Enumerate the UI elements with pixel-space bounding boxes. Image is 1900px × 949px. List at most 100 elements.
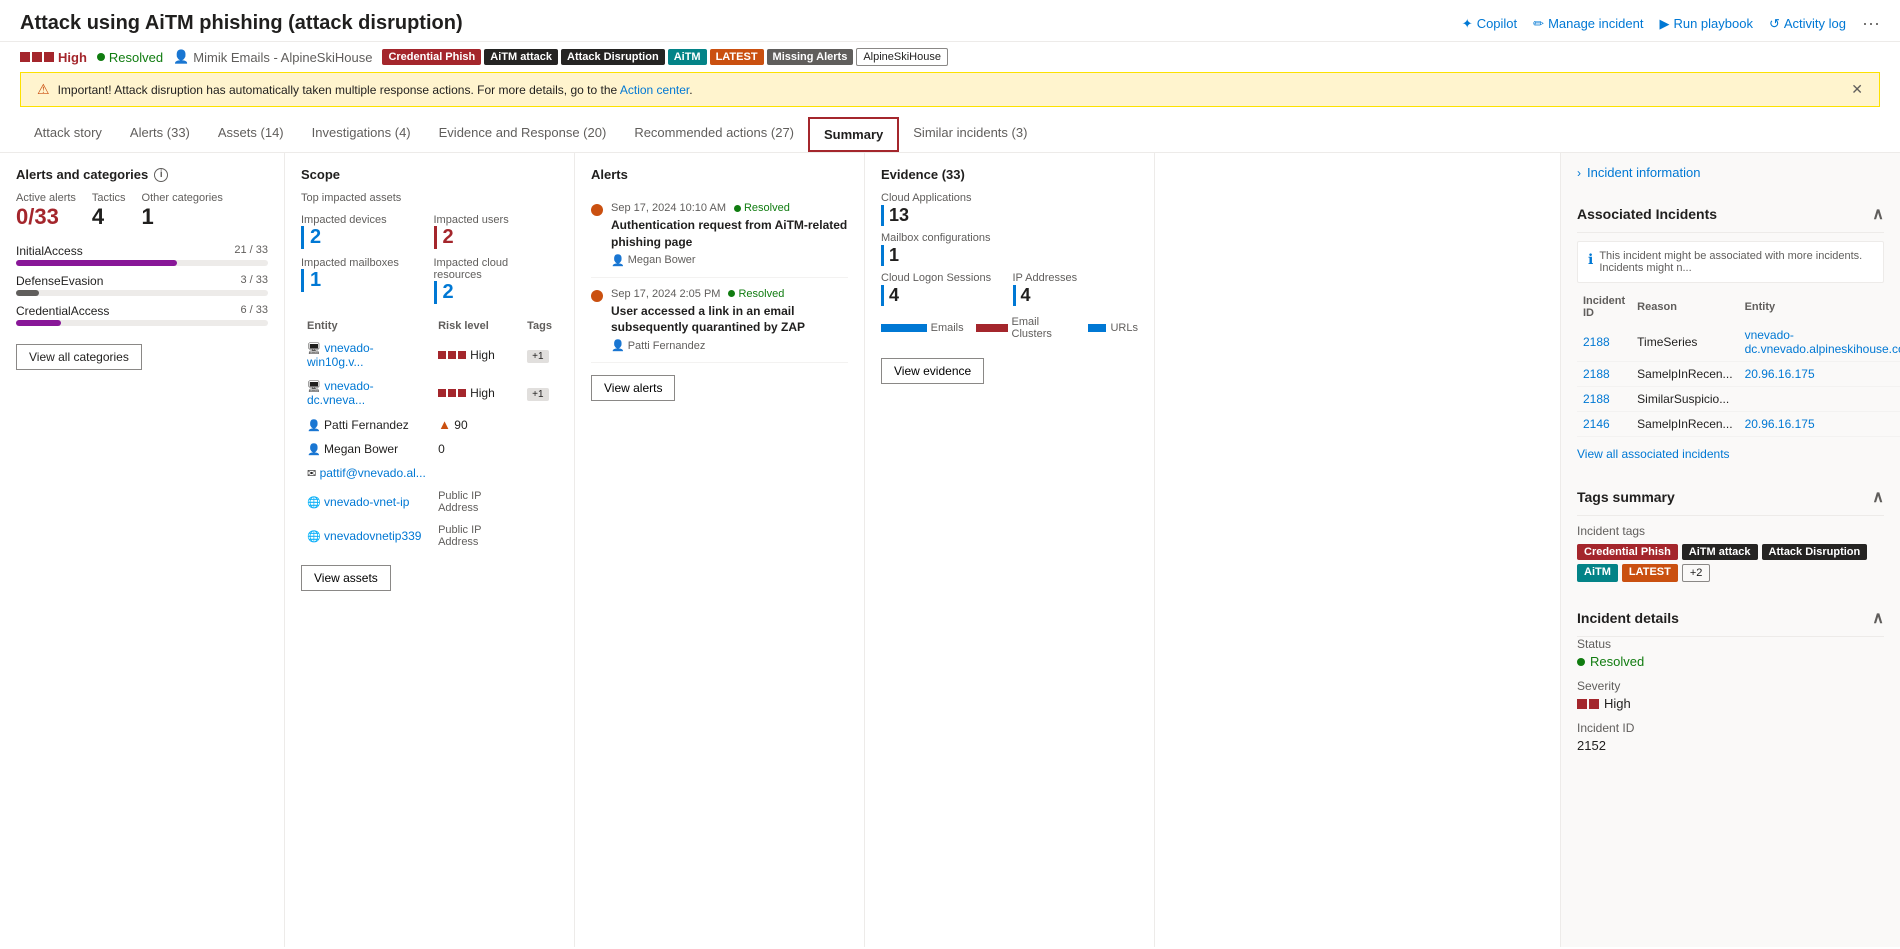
nav-tab[interactable]: Attack story xyxy=(20,115,116,152)
info-circle-icon: ℹ xyxy=(1588,251,1593,268)
incident-entity-link[interactable]: 20.96.16.175 xyxy=(1745,417,1815,431)
alert-banner-text: Important! Attack disruption has automat… xyxy=(58,83,693,97)
severity-detail: Severity High xyxy=(1577,679,1884,711)
subtitle-tags: Credential PhishAiTM attackAttack Disrup… xyxy=(382,48,951,66)
evidence-bar-emails: Emails Email Clusters URLs xyxy=(881,316,1138,340)
activity-log-button[interactable]: ↺ Activity log xyxy=(1769,16,1846,32)
severity-sq-1 xyxy=(20,52,30,62)
incident-entity-link[interactable]: 20.96.16.175 xyxy=(1745,367,1815,381)
info-icon[interactable]: i xyxy=(154,168,168,182)
action-center-link[interactable]: Action center xyxy=(620,83,689,97)
incident-id-link[interactable]: 2188 xyxy=(1583,367,1610,381)
view-all-incidents-link[interactable]: View all associated incidents xyxy=(1577,447,1884,461)
ev-empty1 xyxy=(1013,192,1139,226)
severity-value: High xyxy=(1577,696,1884,711)
nav-tab[interactable]: Similar incidents (3) xyxy=(899,115,1041,152)
entity-link[interactable]: pattif@vnevado.al... xyxy=(320,466,426,480)
other-categories-stat: Other categories 1 xyxy=(142,192,223,230)
incident-id-link[interactable]: 2188 xyxy=(1583,392,1610,406)
nav-tab[interactable]: Evidence and Response (20) xyxy=(425,115,621,152)
alert-title: User accessed a link in an email subsequ… xyxy=(611,303,848,337)
top-actions: ✦ Copilot ✏ Manage incident ▶ Run playbo… xyxy=(1462,13,1880,34)
entity-row: ✉ pattif@vnevado.al... xyxy=(301,461,558,485)
severity-sq-3 xyxy=(44,52,54,62)
edit-icon: ✏ xyxy=(1533,16,1544,32)
incident-info-toggle[interactable]: › Incident information xyxy=(1561,153,1900,192)
play-icon: ▶ xyxy=(1659,16,1669,32)
incident-row: 2188 SamelpInRecen... 20.96.16.175 xyxy=(1577,362,1900,387)
severity-indicator: High xyxy=(20,50,87,65)
entity-row: 🖥 vnevado-dc.vneva... High+1 xyxy=(301,374,558,412)
copilot-button[interactable]: ✦ Copilot xyxy=(1462,16,1517,32)
entity-row: 👤 Megan Bower0 xyxy=(301,437,558,461)
tags-summary-title[interactable]: Tags summary ∧ xyxy=(1577,475,1884,516)
impact-item: Impacted users 2 xyxy=(434,214,559,249)
incidents-table: Incident IDReasonEntity 2188 TimeSeries … xyxy=(1577,291,1900,437)
status-dot xyxy=(97,53,105,61)
warning-icon: ⚠ xyxy=(37,81,50,98)
alert-dot xyxy=(591,290,603,302)
view-assets-button[interactable]: View assets xyxy=(301,565,391,591)
subtitle-tag: AiTM attack xyxy=(484,49,558,65)
incident-row: 2146 SamelpInRecen... 20.96.16.175 xyxy=(1577,412,1900,437)
subtitle-tag: AiTM xyxy=(668,49,707,65)
subtitle-tag: Missing Alerts xyxy=(767,49,854,65)
more-options-button[interactable]: ··· xyxy=(1862,13,1880,34)
alert-title: Authentication request from AiTM-related… xyxy=(611,217,848,251)
ev-cloud-apps: Cloud Applications 13 xyxy=(881,192,1007,226)
main-content: Alerts and categories i Active alerts 0/… xyxy=(0,153,1900,947)
entity-row: 🌐 vnevado-vnet-ipPublic IP Address xyxy=(301,485,558,519)
nav-tab[interactable]: Recommended actions (27) xyxy=(620,115,808,152)
view-all-categories-button[interactable]: View all categories xyxy=(16,344,142,370)
incident-id-detail: Incident ID 2152 xyxy=(1577,721,1884,753)
ev-empty2 xyxy=(1013,232,1139,266)
view-alerts-button[interactable]: View alerts xyxy=(591,375,675,401)
incident-id-value: 2152 xyxy=(1577,738,1884,753)
page-title: Attack using AiTM phishing (attack disru… xyxy=(20,12,463,35)
status-detail: Status Resolved xyxy=(1577,637,1884,669)
panel-title: Alerts and categories i xyxy=(16,167,268,182)
incident-row: 2188 TimeSeries vnevado-dc.vnevado.alpin… xyxy=(1577,323,1900,362)
alert-item: Sep 17, 2024 2:05 PM Resolved User acces… xyxy=(591,278,848,364)
copilot-icon: ✦ xyxy=(1462,16,1473,32)
nav-tab[interactable]: Alerts (33) xyxy=(116,115,204,152)
sidebar-tag: LATEST xyxy=(1622,564,1678,582)
incident-entity-link[interactable]: vnevado-dc.vnevado.alpineskihouse.co xyxy=(1745,328,1900,356)
incident-id-link[interactable]: 2146 xyxy=(1583,417,1610,431)
run-playbook-button[interactable]: ▶ Run playbook xyxy=(1659,16,1753,32)
alert-item: Sep 17, 2024 10:10 AM Resolved Authentic… xyxy=(591,192,848,278)
top-header: Attack using AiTM phishing (attack disru… xyxy=(0,0,1900,42)
tags-summary-section: Tags summary ∧ Incident tags Credential … xyxy=(1561,475,1900,596)
impact-item: Impacted cloud resources 2 xyxy=(434,257,559,304)
severity-squares xyxy=(20,52,54,62)
details-collapse-icon: ∧ xyxy=(1872,608,1884,628)
nav-tab[interactable]: Assets (14) xyxy=(204,115,298,152)
evidence-grid: Cloud Applications 13 Mailbox configurat… xyxy=(881,192,1138,306)
view-evidence-button[interactable]: View evidence xyxy=(881,358,984,384)
associated-incidents-title[interactable]: Associated Incidents ∧ xyxy=(1577,192,1884,233)
scope-title: Scope xyxy=(301,167,558,182)
incident-id-link[interactable]: 2188 xyxy=(1583,335,1610,349)
alerts-panel-title: Alerts xyxy=(591,167,848,182)
entity-link[interactable]: vnevado-vnet-ip xyxy=(324,495,409,509)
entity-row: 🖥 vnevado-win10g.v... High+1 xyxy=(301,336,558,374)
right-sidebar: › Incident information Associated Incide… xyxy=(1560,153,1900,947)
incident-details-section: Incident details ∧ Status Resolved Sever… xyxy=(1561,596,1900,777)
incident-row: 2188 SimilarSuspicio... xyxy=(1577,387,1900,412)
subtitle-user: 👤 Mimik Emails - AlpineSkiHouse xyxy=(173,49,372,65)
sidebar-tag: +2 xyxy=(1682,564,1711,582)
ev-mailbox: Mailbox configurations 1 xyxy=(881,232,1007,266)
incident-details-title[interactable]: Incident details ∧ xyxy=(1577,596,1884,637)
evidence-panel: Evidence (33) Cloud Applications 13 Mail… xyxy=(865,153,1155,947)
status-indicator: Resolved xyxy=(97,50,163,65)
clock-icon: ↺ xyxy=(1769,16,1780,32)
subtitle-row: High Resolved 👤 Mimik Emails - AlpineSki… xyxy=(0,42,1900,72)
status-green-dot xyxy=(1577,658,1585,666)
alert-close-button[interactable]: ✕ xyxy=(1851,81,1863,98)
manage-incident-button[interactable]: ✏ Manage incident xyxy=(1533,16,1643,32)
nav-tab[interactable]: Summary xyxy=(808,117,899,152)
entity-link[interactable]: vnevadovnetip339 xyxy=(324,529,421,543)
category-item: CredentialAccess 6 / 33 xyxy=(16,304,268,326)
nav-tab[interactable]: Investigations (4) xyxy=(298,115,425,152)
subtitle-tag: Attack Disruption xyxy=(561,49,665,65)
